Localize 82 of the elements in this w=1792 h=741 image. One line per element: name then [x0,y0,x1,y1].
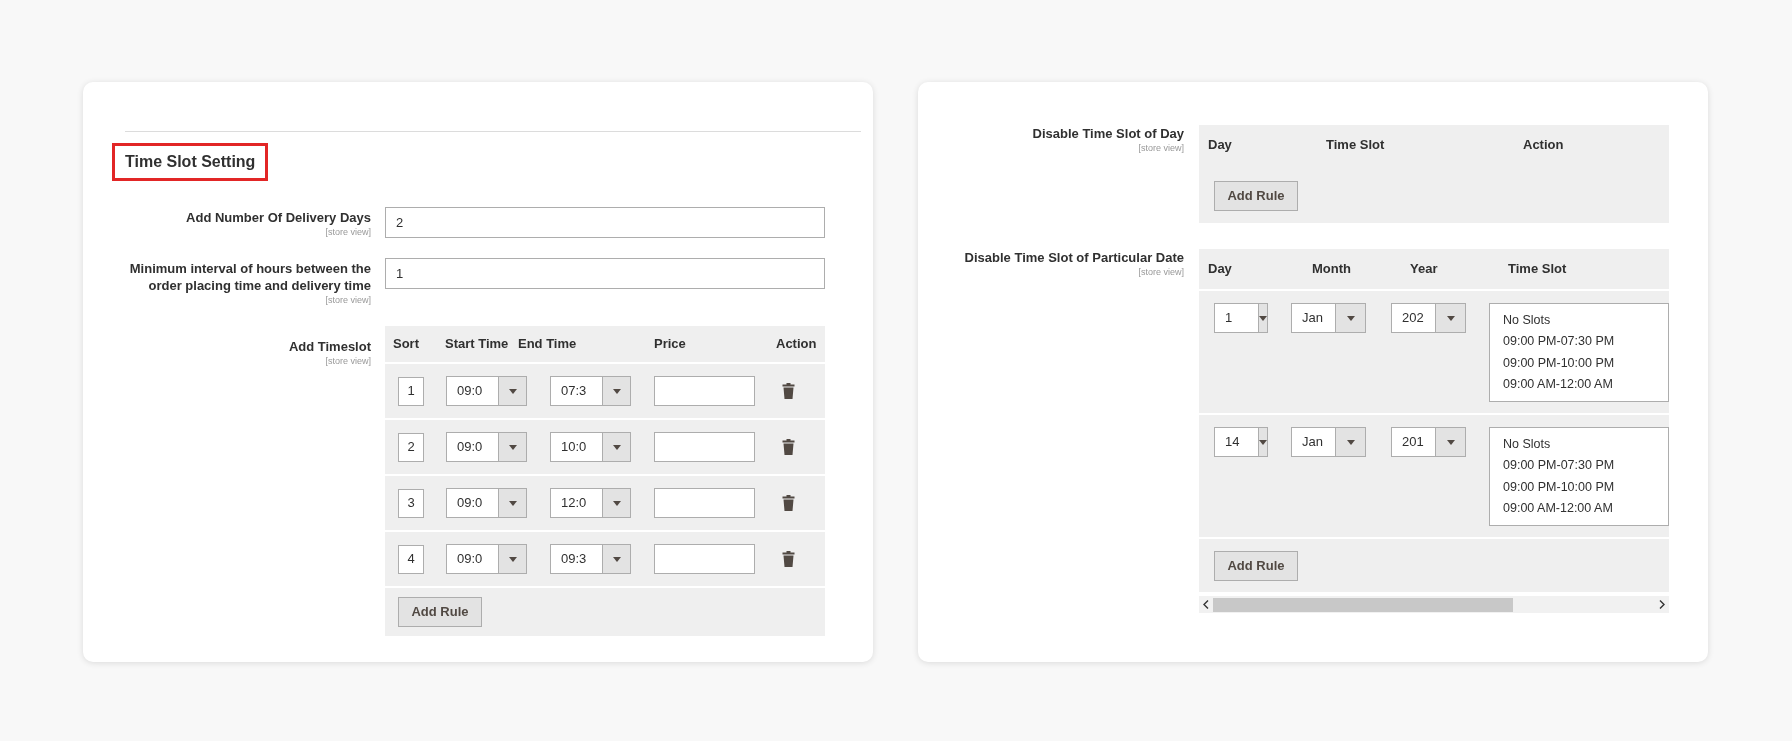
trash-icon[interactable] [782,495,795,511]
sort-field[interactable]: 2 [398,432,424,462]
caret-icon [508,556,517,562]
list-option[interactable]: 09:00 PM-10:00 PM [1503,352,1668,374]
column-header: Sort [393,335,420,354]
sort-field[interactable]: 4 [398,544,424,574]
price-field[interactable] [654,376,755,406]
trash-icon[interactable] [782,551,795,567]
list-option[interactable]: 09:00 PM-07:30 PM [1503,455,1668,477]
scrollbar[interactable] [1199,596,1669,613]
scope-label: [store view] [325,226,371,238]
scope-label: [store view] [1138,142,1184,154]
caret-icon [1346,439,1355,445]
column-header: Year [1410,260,1439,279]
column-header: Price [654,335,687,354]
month-select[interactable]: Jan [1291,427,1366,457]
sort-field[interactable]: 3 [398,488,424,518]
caret-icon [508,388,517,394]
end-time-select[interactable]: 10:0 [550,432,631,462]
end-time-select[interactable]: 12:0 [550,488,631,518]
caret-icon [1446,439,1455,445]
start-time-select[interactable]: 09:0 [446,432,527,462]
caret-icon [508,500,517,506]
sort-field[interactable]: 1 [398,376,424,406]
add-rule-button[interactable]: Add Rule [1214,550,1298,581]
day-select[interactable]: 14 [1214,427,1268,457]
field-label: Add Timeslot [288,338,371,355]
column-header: Month [1312,260,1352,279]
list-option[interactable]: No Slots [1503,309,1668,331]
field-label: Add Number Of Delivery Days [186,209,371,226]
text-field[interactable]: 2 [385,207,825,238]
caret-icon [508,444,517,450]
caret-icon [1259,315,1267,321]
column-header: Time Slot [1326,136,1386,155]
scrollbar-thumb[interactable] [1213,597,1513,612]
column-header: Action [1523,136,1565,155]
field-label: Minimum interval of hours between the order placing time and delivery time [128,260,371,294]
section-title: Time Slot Setting [112,143,269,181]
add-rule-button[interactable]: Add Rule [1214,181,1298,211]
start-time-select[interactable]: 09:0 [446,376,527,406]
column-header: End Time [518,335,578,354]
end-time-select[interactable]: 09:3 [550,544,631,574]
scroll-left-icon[interactable] [1203,600,1209,609]
column-header: Day [1208,260,1233,279]
caret-icon [1259,439,1267,445]
price-field[interactable] [654,544,755,574]
caret-icon [1346,315,1355,321]
start-time-select[interactable]: 09:0 [446,488,527,518]
trash-icon[interactable] [782,383,795,399]
list-option[interactable]: 09:00 PM-10:00 PM [1503,476,1668,498]
time-slot-list[interactable]: No Slots 09:00 PM-07:30 PM 09:00 PM-10:00 PM 09:00 AM-12:00 AM [1489,427,1669,526]
time-slot-list[interactable]: No Slots 09:00 PM-07:30 PM 09:00 PM-10:00 PM 09:00 AM-12:00 AM [1489,303,1669,402]
start-time-select[interactable]: 09:0 [446,544,527,574]
field-label: Disable Time Slot of Particular Date [964,249,1184,266]
scope-label: [store view] [1138,266,1184,278]
list-option[interactable]: No Slots [1503,433,1668,455]
add-rule-button[interactable]: Add Rule [398,597,482,627]
scroll-right-icon[interactable] [1659,600,1665,609]
year-select[interactable]: 201 [1391,427,1466,457]
column-header: Start Time [445,335,510,354]
list-option[interactable]: 09:00 AM-12:00 AM [1503,374,1668,396]
price-field[interactable] [654,432,755,462]
column-header: Action [776,335,816,354]
caret-icon [1446,315,1455,321]
trash-icon[interactable] [782,439,795,455]
field-label: Disable Time Slot of Day [1032,125,1184,142]
column-header: Day [1208,136,1233,155]
month-select[interactable]: Jan [1291,303,1366,333]
list-option[interactable]: 09:00 PM-07:30 PM [1503,331,1668,353]
scope-label: [store view] [325,294,371,306]
year-select[interactable]: 202 [1391,303,1466,333]
end-time-select[interactable]: 07:3 [550,376,631,406]
list-option[interactable]: 09:00 AM-12:00 AM [1503,498,1668,520]
scope-label: [store view] [325,355,371,367]
caret-icon [612,388,621,394]
day-select[interactable]: 1 [1214,303,1268,333]
caret-icon [612,500,621,506]
caret-icon [612,444,621,450]
price-field[interactable] [654,488,755,518]
caret-icon [612,556,621,562]
column-header: Time Slot [1508,260,1568,279]
text-field[interactable]: 1 [385,258,825,289]
